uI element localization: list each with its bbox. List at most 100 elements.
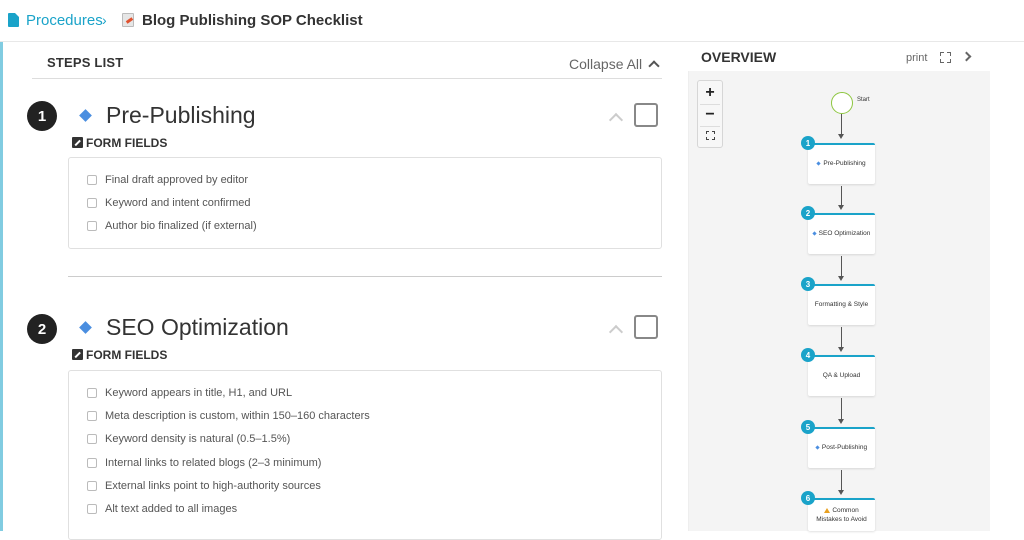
fit-view-icon — [706, 131, 715, 140]
flow-node-label: Formatting & Style — [814, 301, 869, 309]
flow-start-label: Start — [857, 97, 870, 103]
print-button[interactable]: print — [906, 52, 927, 64]
flow-connector — [841, 186, 842, 205]
zoom-controls: + − — [697, 80, 723, 148]
document-icon — [8, 13, 19, 27]
flow-connector — [841, 398, 842, 419]
flow-connector — [841, 327, 842, 347]
edit-form-icon — [72, 137, 83, 148]
diamond-icon — [815, 445, 820, 450]
checklist-item-label: Alt text added to all images — [105, 503, 238, 515]
checklist-item[interactable]: Author bio finalized (if external) — [87, 220, 257, 232]
diamond-icon — [79, 109, 92, 122]
checklist-item-label: Internal links to related blogs (2–3 min… — [105, 457, 322, 469]
fit-view-button[interactable] — [698, 126, 722, 148]
flow-arrow-icon — [838, 276, 844, 281]
checkbox[interactable] — [87, 221, 97, 231]
form-fields-box: Keyword appears in title, H1, and URL Me… — [68, 370, 662, 540]
step-number-badge: 2 — [27, 314, 57, 344]
checklist-item-label: Author bio finalized (if external) — [105, 220, 257, 232]
flow-node-4[interactable]: QA & Upload — [808, 355, 875, 396]
checkbox[interactable] — [87, 458, 97, 468]
expand-icon[interactable] — [940, 52, 951, 63]
checklist-item-label: Final draft approved by editor — [105, 174, 249, 186]
chevron-right-icon[interactable] — [961, 51, 972, 62]
flow-arrow-icon — [838, 347, 844, 352]
collapse-all-button[interactable]: Collapse All — [569, 56, 660, 72]
checklist-item-label: Keyword density is natural (0.5–1.5%) — [105, 433, 291, 445]
checkbox[interactable] — [87, 481, 97, 491]
flow-node-2[interactable]: SEO Optimization — [808, 213, 875, 254]
flow-node-number: 1 — [801, 136, 815, 150]
overview-heading: OVERVIEW — [701, 49, 777, 65]
flow-node-number: 5 — [801, 420, 815, 434]
checklist-item[interactable]: Keyword density is natural (0.5–1.5%) — [87, 433, 290, 445]
checklist-item[interactable]: Internal links to related blogs (2–3 min… — [87, 457, 321, 469]
checklist-page-icon — [122, 13, 134, 27]
chevron-up-icon — [648, 60, 660, 72]
step-separator — [68, 276, 662, 277]
flow-arrow-icon — [838, 205, 844, 210]
checklist-item[interactable]: Meta description is custom, within 150–1… — [87, 410, 370, 422]
checklist-item[interactable]: Keyword and intent confirmed — [87, 197, 251, 209]
checkbox[interactable] — [87, 175, 97, 185]
flow-node-label: SEO Optimization — [818, 230, 871, 238]
flow-arrow-icon — [838, 490, 844, 495]
checklist-item[interactable]: Final draft approved by editor — [87, 174, 248, 186]
flow-node-number: 6 — [801, 491, 815, 505]
flow-node-number: 4 — [801, 348, 815, 362]
steps-list-heading: STEPS LIST — [47, 55, 124, 70]
flow-node-5[interactable]: Post-Publishing — [808, 427, 875, 468]
step-collapse-chevron-icon[interactable] — [608, 112, 624, 128]
checklist-item[interactable]: Keyword appears in title, H1, and URL — [87, 387, 292, 399]
flow-node-number: 3 — [801, 277, 815, 291]
edit-form-icon — [72, 349, 83, 360]
zoom-in-button[interactable]: + — [698, 82, 722, 104]
step-complete-checkbox[interactable] — [634, 103, 658, 127]
form-fields-label: FORM FIELDS — [86, 136, 168, 150]
checkbox[interactable] — [87, 411, 97, 421]
checkbox[interactable] — [87, 434, 97, 444]
step-title: SEO Optimization — [106, 314, 289, 340]
checklist-item-label: External links point to high-authority s… — [105, 480, 321, 492]
form-fields-box: Final draft approved by editor Keyword a… — [68, 157, 662, 249]
flow-node-number: 2 — [801, 206, 815, 220]
flow-node-6[interactable]: Common Mistakes to Avoid — [808, 498, 875, 531]
checklist-item[interactable]: Alt text added to all images — [87, 503, 237, 515]
flow-arrow-icon — [838, 419, 844, 424]
flow-connector — [841, 114, 842, 134]
zoom-out-button[interactable]: − — [698, 104, 722, 126]
step-collapse-chevron-icon[interactable] — [608, 324, 624, 340]
checkbox[interactable] — [87, 504, 97, 514]
collapse-all-label: Collapse All — [569, 56, 643, 72]
steps-list-divider — [32, 78, 662, 79]
warning-icon — [824, 508, 831, 514]
flow-node-label: QA & Upload — [822, 372, 861, 380]
flow-node-1[interactable]: Pre-Publishing — [808, 143, 875, 184]
left-edge-strip — [0, 42, 3, 531]
flow-start-node[interactable] — [831, 92, 853, 114]
checkbox[interactable] — [87, 388, 97, 398]
page-title: Blog Publishing SOP Checklist — [142, 12, 363, 29]
checklist-item-label: Meta description is custom, within 150–1… — [105, 410, 370, 422]
checkbox[interactable] — [87, 198, 97, 208]
flow-connector — [841, 470, 842, 490]
step-number-badge: 1 — [27, 101, 57, 131]
flow-arrow-icon — [838, 134, 844, 139]
checklist-item-label: Keyword and intent confirmed — [105, 197, 251, 209]
flow-node-label: Post-Publishing — [821, 444, 868, 452]
breadcrumb-separator: › — [102, 12, 107, 28]
diamond-icon — [812, 231, 817, 236]
breadcrumb-procedures-link[interactable]: Procedures — [26, 12, 103, 29]
form-fields-label: FORM FIELDS — [86, 348, 168, 362]
breadcrumb-bar: Procedures › Blog Publishing SOP Checkli… — [0, 0, 1024, 42]
flow-connector — [841, 256, 842, 276]
checklist-item-label: Keyword appears in title, H1, and URL — [105, 387, 293, 399]
step-title: Pre-Publishing — [106, 102, 256, 128]
diamond-icon — [816, 161, 821, 166]
step-complete-checkbox[interactable] — [634, 315, 658, 339]
flow-node-3[interactable]: Formatting & Style — [808, 284, 875, 325]
diamond-icon — [79, 321, 92, 334]
flow-node-label: Pre-Publishing — [823, 160, 866, 168]
checklist-item[interactable]: External links point to high-authority s… — [87, 480, 321, 492]
